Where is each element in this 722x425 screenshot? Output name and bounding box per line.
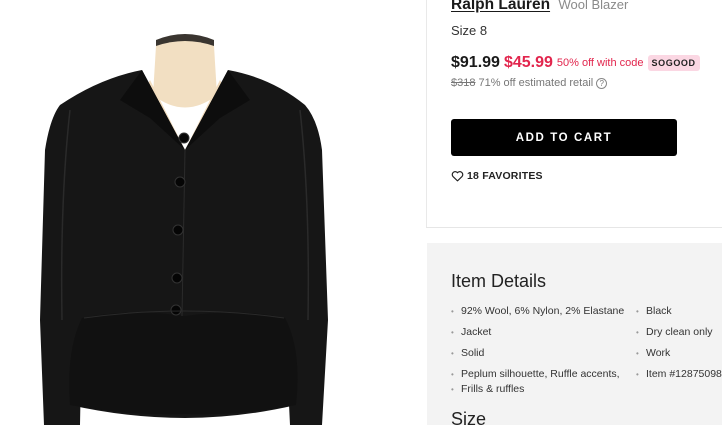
detail-color: Black	[636, 304, 672, 319]
product-page: Ralph Lauren Wool Blazer Size 8 $91.99 $…	[0, 0, 722, 425]
product-name: Wool Blazer	[558, 0, 629, 12]
detail-material: 92% Wool, 6% Nylon, 2% Elastane	[451, 304, 624, 319]
button-5	[170, 304, 182, 316]
detail-pattern: Solid	[451, 346, 485, 361]
retail-discount-text: 71% off estimated retail	[478, 77, 594, 89]
button-1	[178, 132, 190, 144]
detail-features: Peplum silhouette, Ruffle accents,	[451, 367, 620, 382]
item-details-panel: Item Details 92% Wool, 6% Nylon, 2% Elas…	[427, 243, 722, 425]
favorites-button[interactable]: 18 FAVORITES	[451, 170, 543, 182]
detail-care: Dry clean only	[636, 325, 712, 340]
product-title: Ralph Lauren Wool Blazer	[451, 0, 628, 14]
product-image[interactable]	[0, 0, 412, 425]
buy-card-border	[426, 227, 722, 228]
add-to-cart-button[interactable]: ADD TO CART	[451, 119, 677, 156]
price: $91.99	[451, 54, 500, 71]
help-circle-icon[interactable]: ?	[596, 77, 608, 89]
promo-text: 50% off with code	[556, 57, 644, 69]
detail-occasion: Work	[636, 346, 670, 361]
sale-price: $45.99	[503, 54, 553, 71]
peplum	[69, 312, 298, 415]
price-row: $91.99 $45.99 50% off with code SOGOOD	[451, 54, 700, 72]
button-4	[171, 272, 183, 284]
detail-item-number: Item #12875098	[636, 367, 722, 382]
retail-price: $318	[451, 77, 476, 89]
column-divider	[426, 0, 427, 228]
promo-code-badge: SOGOOD	[647, 55, 700, 71]
brand-link[interactable]: Ralph Lauren	[451, 0, 550, 13]
size-label: Size 8	[451, 23, 488, 38]
favorites-count: 18 FAVORITES	[467, 170, 543, 182]
size-section-title: Size	[451, 409, 487, 425]
item-details-title: Item Details	[451, 271, 547, 291]
detail-features-cont: Frills & ruffles	[451, 382, 524, 397]
heart-icon	[451, 171, 464, 182]
blazer-photo	[40, 34, 328, 425]
button-2	[174, 176, 186, 188]
button-3	[172, 224, 184, 236]
detail-type: Jacket	[451, 325, 491, 340]
retail-row: $318 71% off estimated retail ?	[451, 77, 608, 89]
mannequin-neck	[153, 41, 217, 108]
